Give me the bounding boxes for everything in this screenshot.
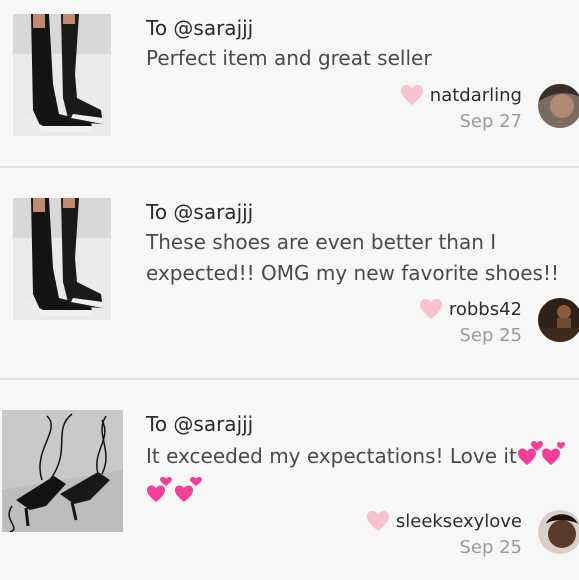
avatar[interactable] — [538, 84, 579, 128]
review-author-link[interactable]: natdarling — [430, 85, 522, 106]
review-date: Sep 25 — [459, 325, 522, 346]
review-date: Sep 27 — [459, 111, 522, 132]
avatar[interactable] — [538, 298, 579, 342]
revolving-hearts-emoji-icon — [517, 439, 565, 476]
listing-thumbnail[interactable] — [13, 198, 111, 320]
listing-thumbnail[interactable] — [13, 14, 111, 136]
review-author-link[interactable]: robbs42 — [449, 299, 522, 320]
review-message: Perfect item and great seller — [146, 46, 432, 70]
review-recipient: To @sarajjj — [146, 412, 254, 436]
black-sock-boots-photo-icon — [13, 14, 111, 136]
lace-up-heels-photo-icon — [2, 410, 123, 532]
user-avatar-icon — [538, 298, 579, 342]
review-recipient: To @sarajjj — [146, 200, 254, 224]
review-author-row: sleeksexylove — [366, 510, 522, 532]
avatar[interactable] — [538, 510, 579, 554]
review-date: Sep 25 — [459, 537, 522, 558]
heart-icon[interactable] — [419, 298, 443, 320]
listing-thumbnail[interactable] — [2, 410, 123, 532]
review-author-row: robbs42 — [419, 298, 522, 320]
black-sock-boots-photo-icon — [13, 198, 111, 320]
review-item: To @sarajjj Perfect item and great selle… — [0, 0, 579, 166]
review-message: These shoes are even better than I expec… — [146, 230, 559, 285]
user-avatar-icon — [538, 84, 579, 128]
review-author-link[interactable]: sleeksexylove — [396, 511, 522, 532]
review-message-text: It exceeded my expectations! Love it — [146, 444, 517, 468]
review-item: To @sarajjj These shoes are even better … — [0, 168, 579, 380]
review-message: It exceeded my expectations! Love it — [146, 439, 571, 513]
review-item: To @sarajjj It exceeded my expectations!… — [0, 380, 579, 580]
heart-icon[interactable] — [366, 510, 390, 532]
user-avatar-icon — [538, 510, 579, 554]
review-recipient: To @sarajjj — [146, 16, 254, 40]
review-author-row: natdarling — [400, 84, 522, 106]
revolving-hearts-emoji-icon — [146, 476, 202, 513]
heart-icon[interactable] — [400, 84, 424, 106]
